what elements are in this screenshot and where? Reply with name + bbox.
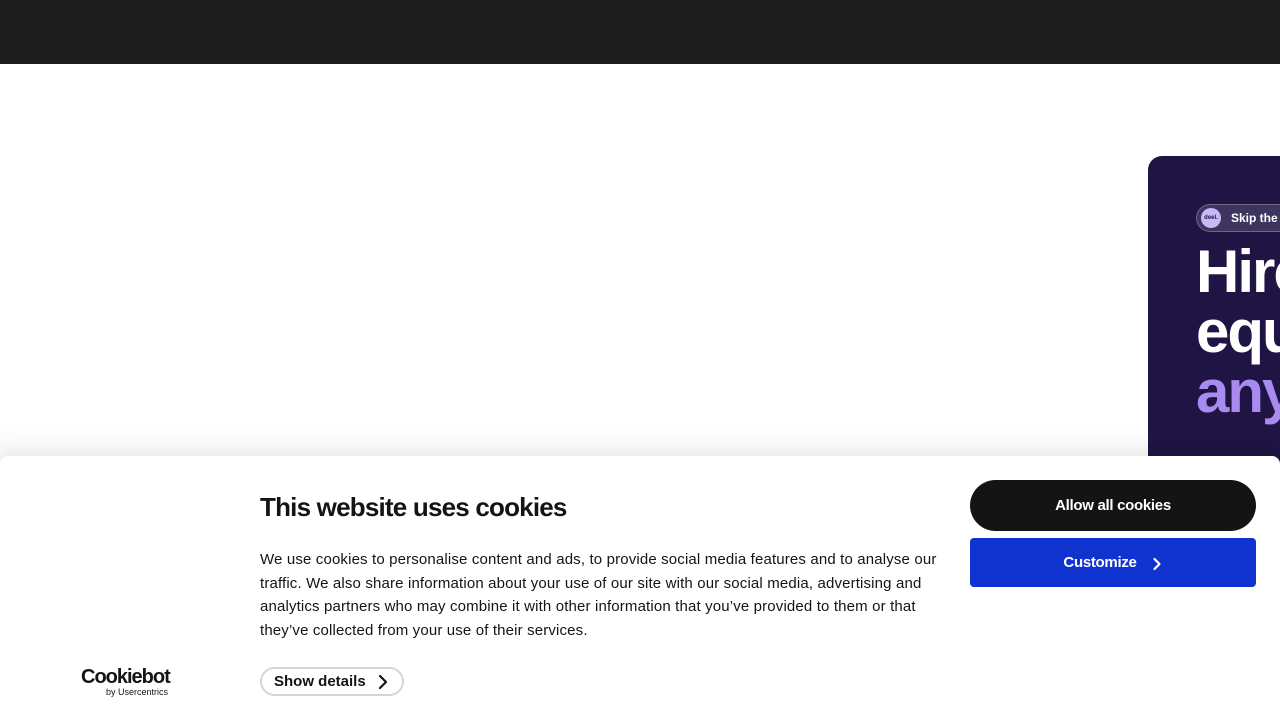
- show-details-label: Show details: [274, 673, 366, 690]
- cookiebot-brand: Cookiebot: [81, 666, 171, 688]
- cookie-consent-banner: Cookiebot by Usercentrics This website u…: [0, 456, 1280, 720]
- customize-label: Customize: [1063, 554, 1137, 571]
- cookiebot-brand-sub: by Usercentrics: [106, 687, 169, 697]
- cookie-banner-title: This website uses cookies: [260, 492, 567, 522]
- hero-pill-text: Skip the: [1231, 211, 1278, 225]
- hero-announcement-pill[interactable]: deel. Skip the: [1196, 204, 1280, 232]
- hero-title-line-1: Hire: [1196, 238, 1280, 305]
- chevron-right-icon: [378, 674, 388, 690]
- banner-shadow-fade: [0, 420, 1280, 460]
- customize-button[interactable]: Customize: [970, 538, 1256, 587]
- show-details-button[interactable]: Show details: [260, 667, 404, 696]
- hero-title: Hire equ any: [1196, 242, 1280, 422]
- allow-all-cookies-button[interactable]: Allow all cookies: [970, 480, 1256, 531]
- hero-title-line-2: equ: [1196, 298, 1280, 365]
- deel-logo-icon: deel.: [1201, 208, 1221, 228]
- hero-title-line-3: any: [1196, 358, 1280, 425]
- allow-all-cookies-label: Allow all cookies: [1055, 497, 1171, 514]
- top-navigation-bar: [0, 0, 1280, 64]
- chevron-right-icon: [1152, 557, 1161, 570]
- cookiebot-logo: Cookiebot by Usercentrics: [81, 667, 181, 699]
- cookie-banner-description: We use cookies to personalise content an…: [260, 551, 937, 640]
